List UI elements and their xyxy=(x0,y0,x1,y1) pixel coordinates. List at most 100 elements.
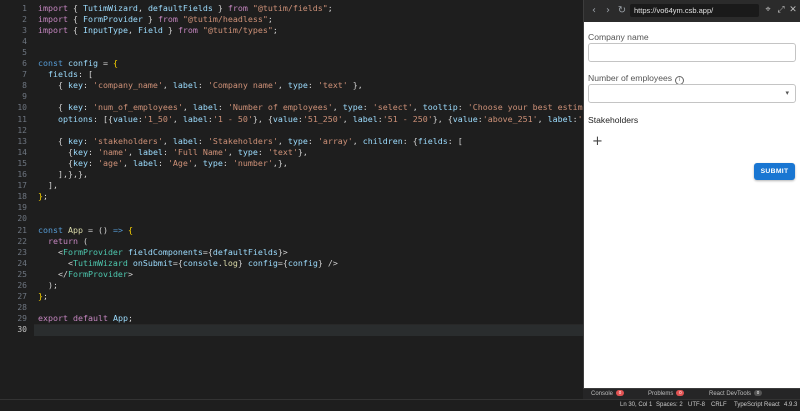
code-line[interactable]: <FormProvider fieldComponents={defaultFi… xyxy=(38,247,288,258)
code-token: , xyxy=(342,113,353,124)
line-number: 9 xyxy=(22,92,27,102)
code-line[interactable]: const config = { xyxy=(38,58,118,69)
code-token: return xyxy=(48,235,78,246)
company-name-label: Company name xyxy=(588,32,649,42)
language-mode[interactable]: TypeScript React xyxy=(734,400,780,411)
browser-toolbar: ‹ › ↻ https://vo64ym.csb.app/ ⌖ ⤢ ✕ xyxy=(584,0,800,22)
encoding[interactable]: UTF-8 xyxy=(688,400,705,411)
code-line[interactable]: import { FormProvider } from "@tutim/hea… xyxy=(38,14,273,25)
code-line[interactable]: return ( xyxy=(38,236,88,247)
code-token: ; xyxy=(267,13,273,24)
forward-icon[interactable]: › xyxy=(602,4,614,17)
code-line[interactable]: import { InputType, Field } from "@tutim… xyxy=(38,25,278,36)
code-token: console xyxy=(182,257,218,268)
code-token: { xyxy=(67,24,83,35)
code-line[interactable]: }; xyxy=(38,291,48,302)
code-token: "@tutim/types" xyxy=(202,24,273,35)
code-token: : { xyxy=(402,135,418,146)
code-line[interactable]: </FormProvider> xyxy=(38,269,133,280)
problems-badge: 0 xyxy=(676,390,685,396)
code-token: ={ xyxy=(172,257,183,268)
code-line[interactable]: export default App; xyxy=(38,313,133,324)
code-token: , xyxy=(332,102,343,113)
code-line[interactable]: { key: 'num_of_employees', label: 'Numbe… xyxy=(38,102,583,113)
employees-select[interactable]: ▾ xyxy=(588,84,796,103)
indentation-setting[interactable]: Spaces: 2 xyxy=(656,400,683,411)
add-icon[interactable]: + xyxy=(592,135,603,148)
inspect-icon[interactable]: ⌖ xyxy=(762,4,774,17)
line-number: 6 xyxy=(22,59,27,68)
line-number: 26 xyxy=(17,281,27,290)
code-token: fields xyxy=(48,69,78,80)
code-line[interactable]: ],},}, xyxy=(38,169,88,180)
code-token: } xyxy=(142,13,158,24)
code-token: label xyxy=(172,80,198,91)
line-number: 7 xyxy=(22,70,27,80)
code-token: 'num_of_employees' xyxy=(92,102,183,113)
code-token: ; xyxy=(127,313,133,324)
code-token: defaultFields xyxy=(147,2,213,13)
back-icon[interactable]: ‹ xyxy=(588,4,600,17)
code-token: FormProvider xyxy=(67,268,128,279)
code-token: : xyxy=(457,102,468,113)
code-token: : xyxy=(162,146,173,157)
code-token: 'company_name' xyxy=(92,80,163,91)
code-token: tooltip xyxy=(422,102,458,113)
code-token: { xyxy=(127,224,133,235)
line-number: 10 xyxy=(17,103,27,113)
code-token: '51 - 250' xyxy=(382,113,433,124)
cursor-position[interactable]: Ln 30, Col 1 xyxy=(620,400,652,411)
submit-button[interactable]: SUBMIT xyxy=(754,163,795,180)
code-line[interactable]: {key: 'age', label: 'Age', type: 'number… xyxy=(38,158,288,169)
company-name-input[interactable] xyxy=(588,43,796,62)
console-badge: 0 xyxy=(616,390,625,396)
code-line[interactable]: }; xyxy=(38,191,48,202)
typescript-version[interactable]: 4.9.3 xyxy=(784,400,797,411)
line-ending[interactable]: CRLF xyxy=(711,400,727,411)
line-number: 22 xyxy=(17,236,27,246)
code-token: , xyxy=(277,80,288,91)
code-token: { xyxy=(38,135,68,146)
code-token: import xyxy=(38,2,68,13)
url-field[interactable]: https://vo64ym.csb.app/ xyxy=(630,4,759,17)
code-line[interactable]: fields: [ xyxy=(38,69,93,80)
code-line[interactable]: {key: 'name', label: 'Full Name', type: … xyxy=(38,147,308,158)
code-token: log xyxy=(222,257,238,268)
line-number: 15 xyxy=(17,158,27,168)
code-token: ( xyxy=(77,235,88,246)
line-number: 8 xyxy=(22,81,27,91)
code-token: ; xyxy=(327,2,333,13)
code-line[interactable]: options: [{value:'1_50', label:'1 - 50'}… xyxy=(38,114,583,125)
code-token: 'select' xyxy=(372,102,413,113)
code-token: key xyxy=(67,135,83,146)
line-number: 17 xyxy=(17,181,27,191)
code-token: from xyxy=(227,2,248,13)
line-number: 20 xyxy=(17,214,27,224)
code-token: { xyxy=(112,58,118,68)
code-token: default xyxy=(72,313,108,324)
code-token: , xyxy=(537,113,548,124)
close-icon[interactable]: ✕ xyxy=(787,4,799,17)
code-token: : xyxy=(87,157,98,168)
code-editor[interactable]: 1 2 3 4 5 6 7 8 9 10 11 12 13 14 15 16 17 18 19 20 21 22 23 24 2… xyxy=(0,0,583,388)
code-line[interactable]: ); xyxy=(38,280,58,291)
code-token: InputType xyxy=(82,24,128,35)
code-token: 'number' xyxy=(232,157,273,168)
code-line[interactable]: <TutimWizard onSubmit={console.log} conf… xyxy=(38,258,338,269)
code-area[interactable]: import { TutimWizard, defaultFields } fr… xyxy=(38,0,583,388)
code-line[interactable]: { key: 'company_name', label: 'Company n… xyxy=(38,80,363,91)
open-new-window-icon[interactable]: ⤢ xyxy=(775,4,787,17)
code-line[interactable]: const App = () => { xyxy=(38,225,133,236)
refresh-icon[interactable]: ↻ xyxy=(616,4,628,17)
code-token: 'array' xyxy=(317,135,353,146)
code-token: = xyxy=(97,58,113,68)
code-token: 'age' xyxy=(97,157,123,168)
line-number: 30 xyxy=(17,325,27,335)
code-token: "@tutim/fields" xyxy=(252,2,328,13)
code-line[interactable]: ], xyxy=(38,180,58,191)
code-token: 'name' xyxy=(97,146,128,157)
code-line[interactable]: import { TutimWizard, defaultFields } fr… xyxy=(38,3,333,14)
line-number: 19 xyxy=(17,203,27,213)
line-number: 18 xyxy=(17,192,27,202)
code-line[interactable]: { key: 'stakeholders', label: 'Stakehold… xyxy=(38,136,463,147)
